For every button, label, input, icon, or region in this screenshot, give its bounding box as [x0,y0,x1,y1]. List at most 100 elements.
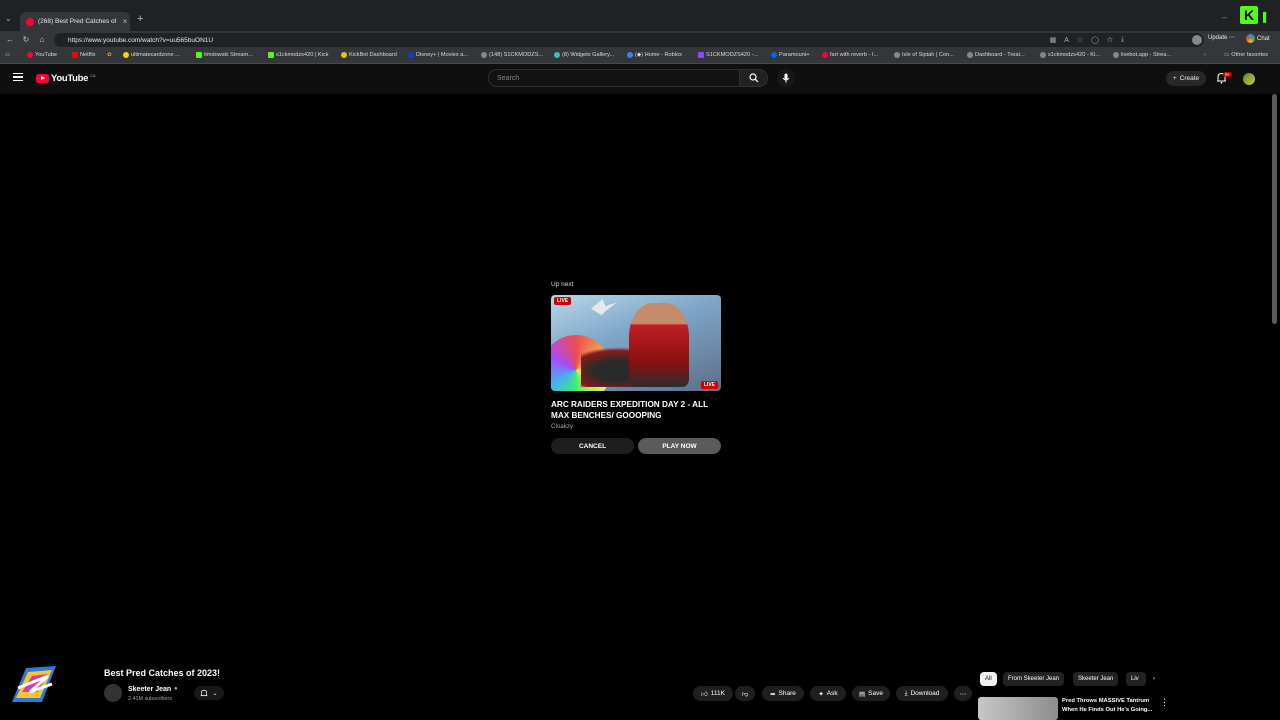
bookmark-timdowski[interactable]: timdowski Stream... [196,52,253,58]
recommendation-menu-icon[interactable]: ⋮ [1160,697,1169,708]
bookmark-kick[interactable]: s1ckmodzs420 | Kick [268,52,328,58]
netflix-icon [72,52,78,58]
youtube-logo[interactable]: YouTube CA [36,73,96,84]
bookmark-ultimatecardzone[interactable]: ultimatecardzone ... [123,52,180,58]
save-playlist-icon: ▤ [859,690,866,698]
bookmark-roblox[interactable]: (◆) Home - Roblox [627,52,682,58]
up-next-thumbnail[interactable]: LIVE LIVE [551,295,721,391]
bookmark-livebot[interactable]: livebot.app - Strea... [1113,52,1171,58]
subscription-bell-button[interactable]: ⌄ [194,686,224,700]
menu-icon[interactable] [13,73,23,81]
bookmark-s1ckmodzs420-kick[interactable]: s1ckmodzs420 - Ki... [1040,52,1100,58]
create-label: Create [1179,75,1200,82]
close-tab-icon[interactable]: × [120,17,130,26]
browser-tab-bar: ⌄ (268) Best Pred Catches of 2023! × + –… [0,0,1280,31]
kick-extension-icon[interactable]: ▌ [1263,12,1269,22]
download-icon: ⤓ [904,689,908,697]
chip-skeeter-jean[interactable]: Skeeter Jean [1073,672,1119,686]
refresh-extension-icon[interactable]: ◯ [1091,36,1099,44]
youtube-icon [822,52,828,58]
youtube-wordmark: YouTube [51,73,89,84]
voice-search-button[interactable] [777,69,795,87]
roblox-icon [627,52,633,58]
back-icon[interactable]: ← [2,35,18,44]
paramount-icon [771,52,777,58]
live-badge-top: LIVE [554,297,572,305]
copilot-chat-button[interactable]: Chat [1246,34,1270,43]
ask-button[interactable]: ✦ Ask [810,686,846,701]
channel-watermark-logo[interactable] [8,662,60,710]
account-avatar[interactable] [1243,73,1255,85]
share-button[interactable]: ➦ Share [762,686,804,701]
browser-toolbar: ← ↻ ⌂ https://www.youtube.com/watch?v=uu… [0,31,1280,49]
home-icon[interactable]: ⌂ [34,35,50,44]
thumbnail-bird [591,299,617,315]
thumbnail-person [629,303,689,387]
reload-icon[interactable]: ↻ [18,35,34,44]
search-input[interactable]: Search [488,69,740,87]
up-next-channel[interactable]: Cloakzy [551,423,573,430]
bookmark-paramount[interactable]: Paramount+ [771,52,810,58]
video-title: Best Pred Catches of 2023! [104,668,221,678]
bookmark-fart-reverb[interactable]: fart with reverb - I... [822,52,878,58]
recommendation-thumbnail[interactable] [978,697,1058,720]
bookmarks-bar: ▭ YouTube Netflix ✿ ultimatecardzone ...… [0,49,1280,64]
bookmark-widgets[interactable]: (8) Widgets Gallery... [554,52,614,58]
bookmark-disney[interactable]: Disney+ | Movies a... [408,52,468,58]
chip-all[interactable]: All [980,672,997,686]
bookmark-s1ckmodzs420[interactable]: S1CKMODZS420 -... [698,52,758,58]
create-button[interactable]: + Create [1166,71,1206,86]
new-tab-icon[interactable]: + [137,13,143,25]
chips-next-chevron-icon[interactable]: › [1148,672,1160,686]
download-label: Download [910,690,940,697]
sparkle-icon: ✦ [818,690,824,698]
bookmark-netflix[interactable]: Netflix [72,52,96,58]
bookmark-s1ckmodzs[interactable]: (148) S1CKMODZS... [481,52,543,58]
bookmark-isle-of-siptah[interactable]: Isle of Siptah | Con... [894,52,954,58]
save-button[interactable]: ▤ Save [852,686,890,701]
channel-avatar[interactable] [104,684,122,702]
recommendation-title[interactable]: Pred Throws MASSIVE Tantrum When He Find… [1062,697,1158,714]
kickbot-icon [341,52,347,58]
minimize-icon[interactable]: – [1222,12,1227,22]
copilot-icon [1246,34,1255,43]
cancel-button[interactable]: CANCEL [551,438,634,454]
chip-from-skeeter-jean[interactable]: From Skeeter Jean [1003,672,1065,686]
thumbs-up-icon: 👍︎ [700,690,708,698]
favorites-icon[interactable]: ✩ [1107,36,1113,44]
downloads-icon[interactable]: ⤓ [1121,36,1124,44]
bookmark-youtube[interactable]: YouTube [27,52,57,58]
site-icon [123,52,129,58]
download-button[interactable]: ⤓ Download [896,686,948,701]
subscriber-count: 2.41M subscribers [128,696,173,702]
bookmark-misc[interactable]: ✿ [107,52,112,58]
bookmarks-overflow-chevron-icon[interactable]: › [1204,52,1206,58]
address-bar[interactable]: https://www.youtube.com/watch?v=uu565buO… [54,33,1204,47]
dislike-button[interactable]: 👎︎ [735,686,755,701]
tab-list-chevron-icon[interactable]: ⌄ [5,14,12,23]
update-label: Update [1208,35,1228,41]
search-button[interactable] [740,69,768,87]
bell-icon [201,689,208,696]
like-button[interactable]: 👍︎ 111K [693,686,733,701]
chip-live[interactable]: Liv [1126,672,1146,686]
bookmark-dashboard-treat[interactable]: Dashboard - Treat... [967,52,1025,58]
page-scrollbar[interactable] [1272,94,1277,324]
browser-tab-active[interactable]: (268) Best Pred Catches of 2023! × [20,12,130,31]
favorites-bar-icon[interactable]: ▭ [5,52,10,58]
read-aloud-icon[interactable]: A [1064,37,1069,44]
url-text: https://www.youtube.com/watch?v=uu565buO… [68,36,214,44]
channel-name[interactable]: Skeeter Jean [128,686,171,693]
update-button[interactable]: Update ⋯ [1208,34,1235,41]
more-actions-button[interactable]: ⋯ [954,686,972,701]
more-dots-icon: ⋯ [959,690,967,698]
app-icon[interactable]: ▦ [1050,36,1057,44]
favorite-star-icon[interactable]: ☆ [1077,36,1083,44]
up-next-label: Up next [551,281,574,288]
other-favorites-folder[interactable]: ▭ Other favorites [1224,52,1268,58]
bookmark-kickbot[interactable]: KickBot Dashboard [341,52,397,58]
chevron-down-icon: ⌄ [212,690,218,697]
play-now-button[interactable]: PLAY NOW [638,438,721,454]
profile-avatar[interactable] [1192,35,1202,45]
up-next-title[interactable]: ARC RAIDERS EXPEDITION DAY 2 - ALL MAX B… [551,399,726,421]
